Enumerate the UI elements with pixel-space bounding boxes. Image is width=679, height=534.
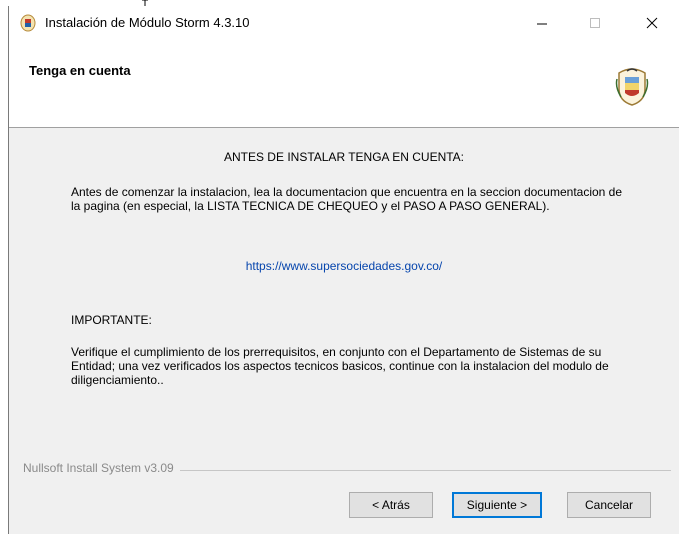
prerequisites-paragraph: Verifique el cumplimiento de los prerreq… xyxy=(71,345,609,387)
text-cursor-icon xyxy=(142,0,148,6)
coat-of-arms-icon xyxy=(20,14,36,32)
website-link[interactable]: https://www.supersociedades.gov.co/ xyxy=(9,259,679,273)
back-button[interactable]: < Atrás xyxy=(349,492,433,518)
installer-window: Instalación de Módulo Storm 4.3.10 Tenga… xyxy=(8,6,679,534)
minimize-icon xyxy=(537,23,547,24)
window-title: Instalación de Módulo Storm 4.3.10 xyxy=(45,15,250,30)
title-bar[interactable]: Instalación de Módulo Storm 4.3.10 xyxy=(9,6,679,39)
page-title: Tenga en cuenta xyxy=(29,63,131,78)
documentation-paragraph: Antes de comenzar la instalacion, lea la… xyxy=(71,185,623,213)
content-area: ANTES DE INSTALAR TENGA EN CUENTA: Antes… xyxy=(9,128,679,448)
colombia-coat-of-arms-icon xyxy=(615,68,649,106)
maximize-button[interactable] xyxy=(572,6,618,39)
next-button[interactable]: Siguiente > xyxy=(452,492,542,518)
page-header: Tenga en cuenta xyxy=(9,39,679,128)
close-icon xyxy=(646,17,658,28)
minimize-button[interactable] xyxy=(519,6,565,39)
cancel-button[interactable]: Cancelar xyxy=(567,492,651,518)
close-button[interactable] xyxy=(629,6,675,39)
notice-heading: ANTES DE INSTALAR TENGA EN CUENTA: xyxy=(223,150,465,164)
important-label: IMPORTANTE: xyxy=(71,313,152,327)
nsis-brand-label: Nullsoft Install System v3.09 xyxy=(23,461,180,475)
maximize-icon xyxy=(590,17,600,28)
